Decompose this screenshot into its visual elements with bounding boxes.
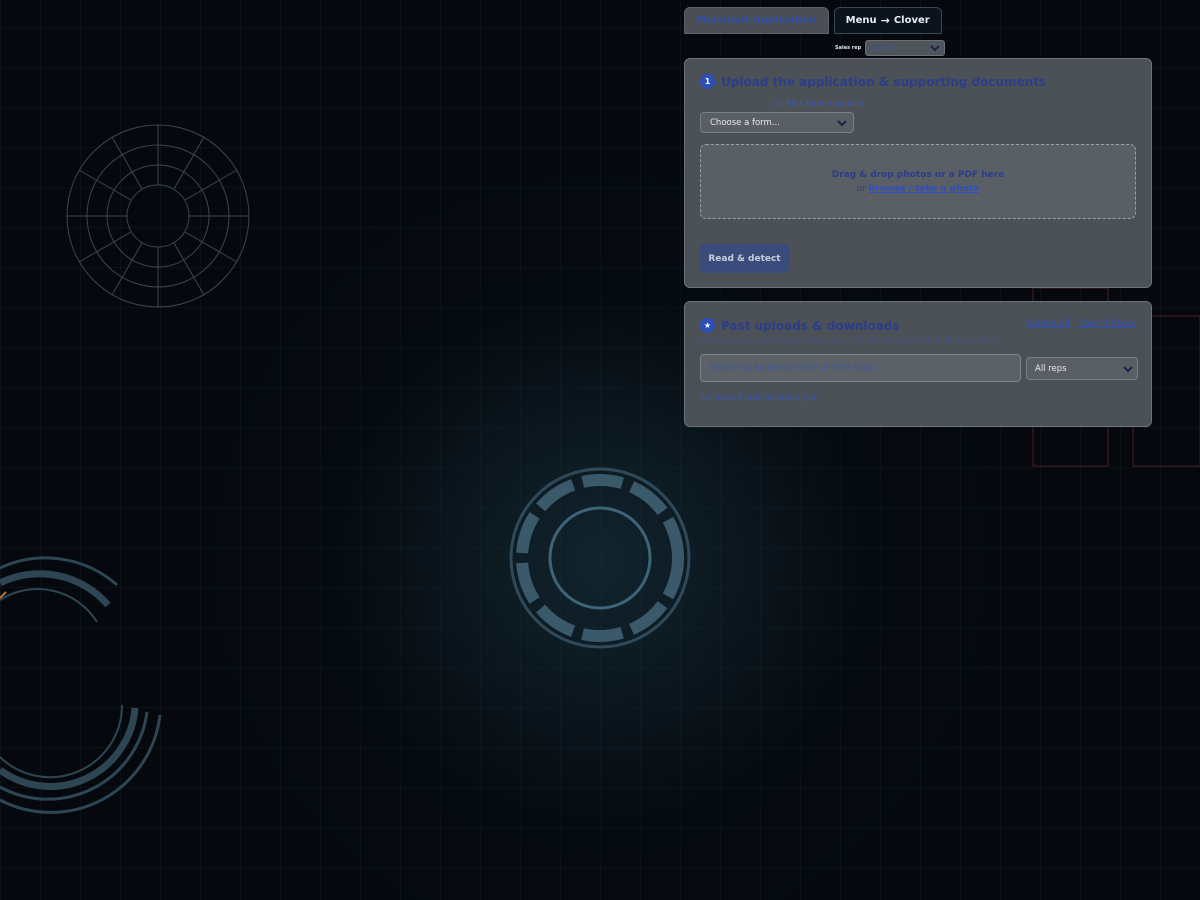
- upload-card-header: 1 Upload the application & supporting do…: [700, 74, 1046, 89]
- history-card: ★ Past uploads & downloads Export all Cl…: [684, 301, 1152, 427]
- export-all-link[interactable]: Export all: [1027, 319, 1070, 329]
- history-actions: Export all Clear history: [1027, 319, 1136, 329]
- history-card-header: ★ Past uploads & downloads: [700, 318, 899, 333]
- history-card-title: Past uploads & downloads: [721, 318, 900, 333]
- dropzone-instructions: Drag & drop photos or a PDF here: [831, 170, 1005, 180]
- form-select[interactable]: Choose a form...: [700, 112, 854, 133]
- clear-history-link[interactable]: Clear history: [1079, 319, 1136, 329]
- dropzone-alt: or browse / take a photo: [701, 184, 1135, 194]
- fill-manual-label: Or fill a form manually: [774, 99, 864, 108]
- sales-rep-picker: Sales rep Select rep...: [835, 40, 946, 56]
- chevron-down-icon: [1123, 365, 1133, 372]
- dropzone-or: or: [856, 184, 866, 194]
- sales-rep-value: Select rep...: [871, 45, 902, 51]
- tab-label: Menu: [845, 15, 877, 26]
- tab-menu-clover[interactable]: Menu → Clover: [833, 7, 942, 34]
- history-hint: Shared across your team's devices. Click…: [700, 336, 1004, 345]
- chevron-down-icon: [930, 45, 940, 52]
- search-placeholder: Search by business name or form type...: [709, 363, 882, 373]
- reps-filter-select[interactable]: All reps: [1026, 357, 1138, 380]
- tab-merchant-application[interactable]: Merchant Application: [684, 7, 829, 34]
- sales-rep-label: Sales rep: [835, 45, 862, 51]
- chevron-down-icon: [837, 119, 847, 126]
- arrow-right-icon: →: [880, 14, 890, 27]
- browse-link[interactable]: browse / take a photo: [869, 184, 979, 194]
- reps-filter-value: All reps: [1035, 363, 1067, 374]
- history-search-input[interactable]: Search by business name or form type...: [700, 354, 1021, 382]
- form-select-value: Choose a form...: [710, 117, 780, 128]
- tab-label: Merchant Application: [696, 15, 817, 26]
- sales-rep-select[interactable]: Select rep...: [865, 40, 946, 56]
- read-detect-button[interactable]: Read & detect: [700, 244, 789, 273]
- star-icon: ★: [700, 318, 715, 333]
- tab-label-target: Clover: [893, 15, 930, 26]
- step-badge: 1: [700, 74, 715, 89]
- empty-state-text: No saved submissions yet: [700, 393, 818, 403]
- upload-card-title: Upload the application & supporting docu…: [721, 74, 1047, 89]
- file-dropzone[interactable]: Drag & drop photos or a PDF here or brow…: [700, 144, 1136, 219]
- tab-bar: Merchant Application Menu → Clover: [684, 7, 942, 34]
- upload-card: 1 Upload the application & supporting do…: [684, 58, 1152, 288]
